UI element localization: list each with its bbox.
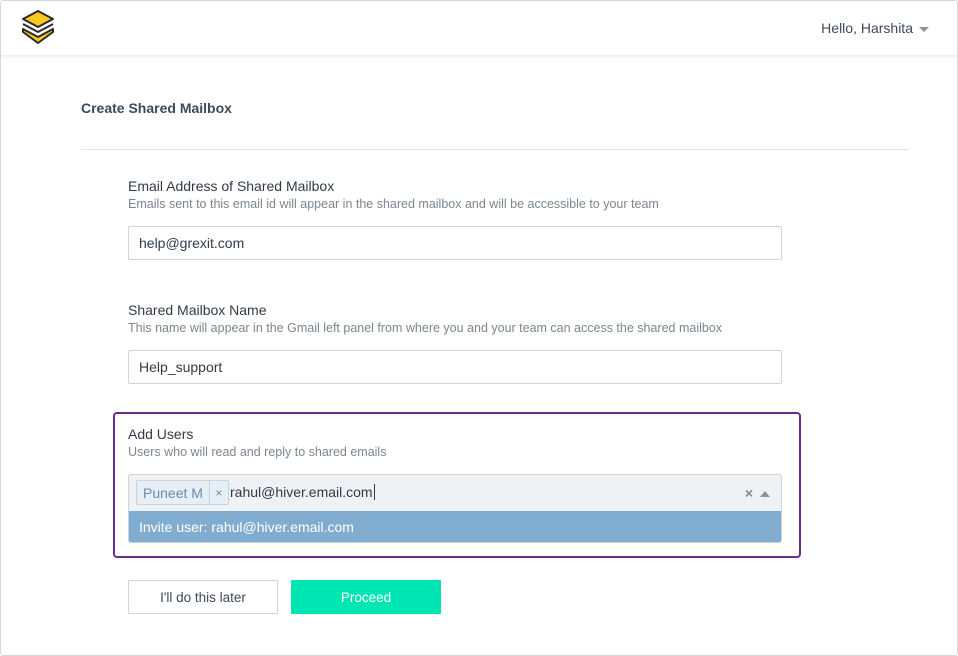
app-window: Hello, Harshita Create Shared Mailbox Em… — [0, 0, 958, 656]
mailbox-name-help-text: This name will appear in the Gmail left … — [128, 321, 723, 335]
chevron-up-icon[interactable] — [760, 491, 770, 497]
user-greeting: Hello, Harshita — [821, 20, 913, 36]
invite-user-option[interactable]: Invite user: rahul@hiver.email.com — [128, 511, 782, 543]
top-bar: Hello, Harshita — [1, 1, 957, 56]
email-label: Email Address of Shared Mailbox — [128, 178, 335, 194]
user-chip[interactable]: Puneet M × — [136, 480, 229, 505]
users-search-input[interactable]: rahul@hiver.email.com — [230, 484, 375, 500]
email-address-input[interactable] — [128, 226, 782, 260]
users-select[interactable]: Puneet M × rahul@hiver.email.com × — [128, 474, 782, 511]
do-later-button[interactable]: I'll do this later — [128, 580, 278, 614]
proceed-button[interactable]: Proceed — [291, 580, 441, 614]
user-chip-label: Puneet M — [137, 481, 210, 504]
caret-down-icon — [919, 26, 929, 32]
text-cursor — [373, 484, 375, 500]
divider — [81, 149, 909, 150]
user-menu[interactable]: Hello, Harshita — [821, 20, 929, 36]
clear-icon[interactable]: × — [745, 485, 753, 501]
email-help-text: Emails sent to this email id will appear… — [128, 197, 659, 211]
add-users-label: Add Users — [128, 426, 194, 442]
typed-email: rahul@hiver.email.com — [230, 484, 373, 500]
hiver-logo-icon[interactable] — [22, 10, 54, 44]
add-users-help-text: Users who will read and reply to shared … — [128, 445, 387, 459]
mailbox-name-label: Shared Mailbox Name — [128, 302, 267, 318]
mailbox-name-input[interactable] — [128, 350, 782, 384]
remove-chip-icon[interactable]: × — [210, 486, 228, 500]
page-title: Create Shared Mailbox — [81, 100, 232, 116]
